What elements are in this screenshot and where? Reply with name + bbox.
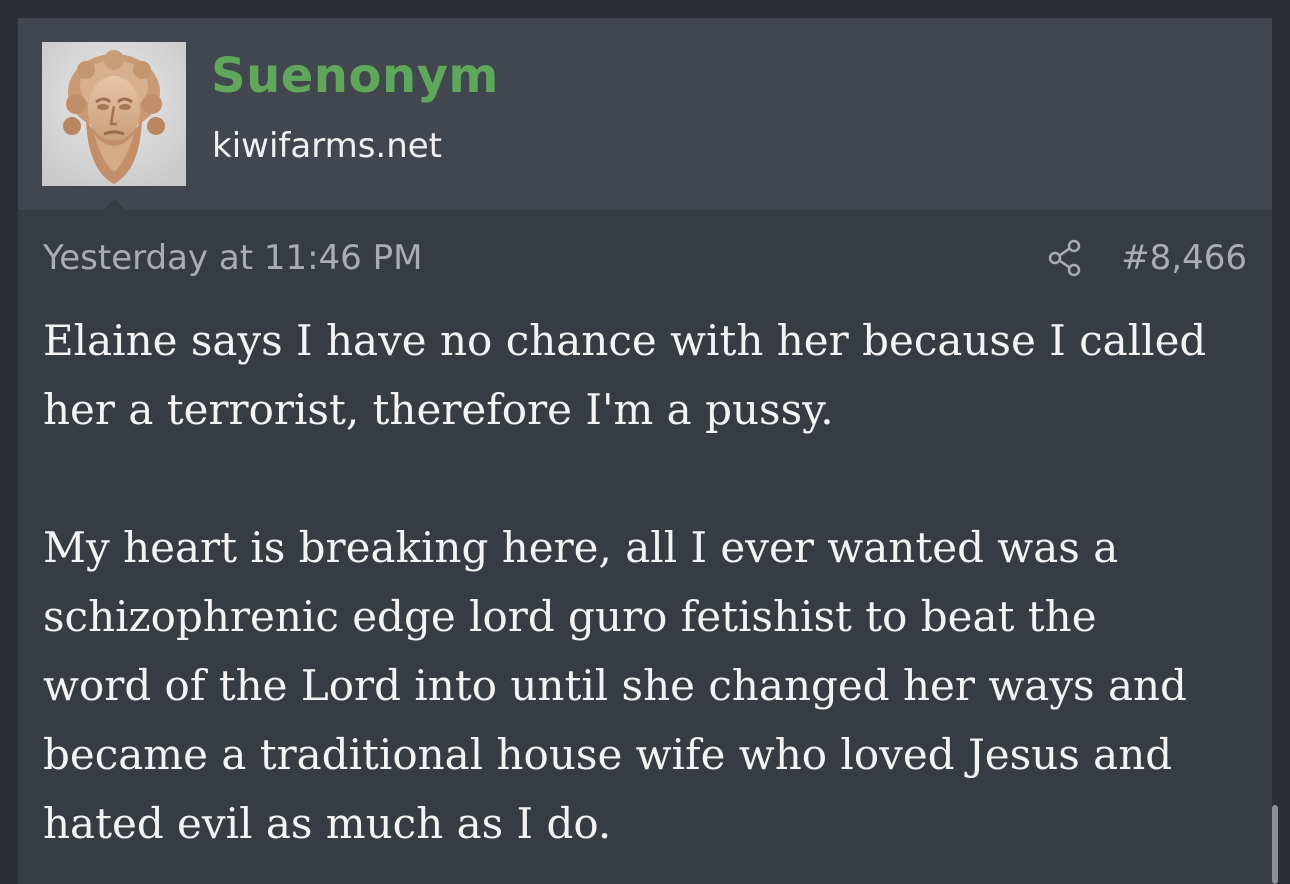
- post-timestamp[interactable]: Yesterday at 11:46 PM: [43, 238, 422, 278]
- share-icon[interactable]: [1046, 238, 1086, 278]
- message-paragraph: Elaine says I have no chance with her be…: [43, 316, 1207, 434]
- user-avatar[interactable]: [42, 42, 186, 186]
- username-link[interactable]: Suenonym: [211, 48, 499, 104]
- scrollbar-thumb[interactable]: [1272, 805, 1278, 884]
- user-title: kiwifarms.net: [212, 126, 443, 166]
- forum-post: Suenonym kiwifarms.net Yesterday at 11:4…: [18, 18, 1272, 884]
- post-message: Elaine says I have no chance with her be…: [43, 306, 1253, 884]
- message-paragraph: My heart is breaking here, all I ever wa…: [43, 523, 1187, 848]
- bust-avatar-icon: [42, 42, 186, 186]
- post-user-header: Suenonym kiwifarms.net: [18, 18, 1272, 210]
- header-pointer: [100, 195, 130, 210]
- post-number-link[interactable]: #8,466: [1121, 238, 1247, 278]
- page: Suenonym kiwifarms.net Yesterday at 11:4…: [0, 0, 1290, 884]
